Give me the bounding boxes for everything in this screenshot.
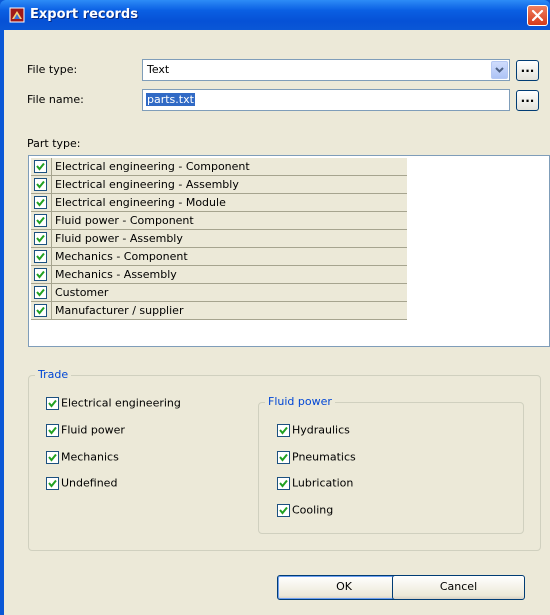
part-type-item[interactable]: Mechanics - Component: [31, 248, 407, 266]
column-divider: [51, 158, 52, 176]
part-type-item-label: Customer: [55, 286, 109, 299]
part-type-label: Part type:: [27, 137, 81, 150]
part-type-item-label: Mechanics - Assembly: [55, 268, 177, 281]
fluid-hydraulics[interactable]: Hydraulics: [277, 423, 350, 437]
checkmark-icon: [36, 180, 45, 189]
column-divider: [51, 230, 52, 248]
part-type-item-label: Fluid power - Assembly: [55, 232, 183, 245]
part-type-item[interactable]: Mechanics - Assembly: [31, 266, 407, 284]
checkbox[interactable]: [277, 503, 290, 517]
fluid-power-group-title: Fluid power: [265, 395, 335, 408]
cancel-button[interactable]: Cancel: [392, 575, 525, 600]
trade-mechanics[interactable]: Mechanics: [46, 450, 119, 464]
fluid-pneumatics[interactable]: Pneumatics: [277, 450, 356, 464]
window-title: Export records: [30, 7, 138, 22]
checkbox[interactable]: [46, 450, 59, 464]
checkmark-icon: [36, 288, 45, 297]
title-bar[interactable]: Export records: [0, 0, 550, 30]
column-divider: [51, 266, 52, 284]
checkbox[interactable]: [34, 232, 47, 245]
column-divider: [51, 194, 52, 212]
checkbox-label: Mechanics: [61, 450, 119, 464]
part-type-item[interactable]: Manufacturer / supplier: [31, 302, 407, 320]
checkmark-icon: [36, 306, 45, 315]
file-type-dropdown[interactable]: Text: [142, 59, 510, 81]
checkbox[interactable]: [34, 196, 47, 209]
checkmark-icon: [48, 426, 57, 435]
part-type-item-label: Manufacturer / supplier: [55, 304, 184, 317]
checkbox-label: Pneumatics: [292, 450, 356, 464]
checkbox[interactable]: [277, 450, 290, 464]
checkbox[interactable]: [34, 304, 47, 317]
close-button[interactable]: [527, 5, 548, 26]
file-type-label: File type:: [27, 63, 78, 76]
checkmark-icon: [36, 270, 45, 279]
part-type-item[interactable]: Electrical engineering - Module: [31, 194, 407, 212]
checkbox-label: Lubrication: [292, 476, 354, 490]
export-records-window: Export records File type: Text ... File …: [0, 0, 550, 615]
file-type-browse-button[interactable]: ...: [516, 60, 539, 81]
checkmark-icon: [279, 426, 288, 435]
app-icon: [9, 7, 25, 23]
checkmark-icon: [36, 252, 45, 261]
ok-button[interactable]: OK: [277, 575, 411, 600]
checkbox-label: Electrical engineering: [61, 396, 181, 410]
file-name-label: File name:: [27, 93, 84, 106]
checkbox[interactable]: [277, 476, 290, 490]
checkmark-icon: [36, 198, 45, 207]
trade-fluid-power[interactable]: Fluid power: [46, 423, 125, 437]
part-type-item-label: Electrical engineering - Component: [55, 160, 250, 173]
checkbox-label: Hydraulics: [292, 423, 350, 437]
checkmark-icon: [48, 399, 57, 408]
fluid-cooling[interactable]: Cooling: [277, 503, 333, 517]
checkbox[interactable]: [34, 286, 47, 299]
part-type-item[interactable]: Fluid power - Component: [31, 212, 407, 230]
file-type-value: Text: [147, 63, 170, 76]
part-type-item-label: Electrical engineering - Assembly: [55, 178, 239, 191]
part-type-item[interactable]: Electrical engineering - Component: [31, 158, 407, 176]
column-divider: [51, 284, 52, 302]
checkbox[interactable]: [46, 396, 59, 410]
file-name-browse-button[interactable]: ...: [516, 90, 539, 111]
fluid-lubrication[interactable]: Lubrication: [277, 476, 353, 490]
checkmark-icon: [48, 479, 57, 488]
part-type-item-label: Mechanics - Component: [55, 250, 188, 263]
checkbox-label: Undefined: [61, 476, 118, 490]
checkbox-label: Cooling: [292, 503, 334, 517]
column-divider: [51, 176, 52, 194]
checkmark-icon: [36, 216, 45, 225]
checkbox[interactable]: [34, 214, 47, 227]
trade-undefined[interactable]: Undefined: [46, 476, 117, 490]
checkbox-label: Fluid power: [61, 423, 125, 437]
part-type-list[interactable]: Electrical engineering - Component Elect…: [28, 155, 550, 347]
checkmark-icon: [279, 479, 288, 488]
column-divider: [51, 302, 52, 320]
close-icon: [531, 9, 544, 22]
checkmark-icon: [279, 506, 288, 515]
column-divider: [51, 212, 52, 230]
part-type-item[interactable]: Fluid power - Assembly: [31, 230, 407, 248]
chevron-down-icon: [495, 67, 504, 73]
trade-group-title: Trade: [35, 368, 72, 381]
file-name-value: parts.txt: [146, 93, 195, 106]
checkmark-icon: [36, 162, 45, 171]
file-name-input[interactable]: parts.txt: [142, 89, 510, 111]
part-type-item[interactable]: Electrical engineering - Assembly: [31, 176, 407, 194]
part-type-item-label: Fluid power - Component: [55, 214, 194, 227]
dropdown-button[interactable]: [491, 61, 508, 79]
checkmark-icon: [48, 453, 57, 462]
checkmark-icon: [36, 234, 45, 243]
part-type-item[interactable]: Customer: [31, 284, 407, 302]
checkbox[interactable]: [34, 250, 47, 263]
checkbox[interactable]: [46, 476, 59, 490]
checkbox[interactable]: [34, 160, 47, 173]
trade-electrical-engineering[interactable]: Electrical engineering: [46, 396, 181, 410]
checkbox[interactable]: [34, 178, 47, 191]
checkbox[interactable]: [46, 423, 59, 437]
checkbox[interactable]: [34, 268, 47, 281]
checkmark-icon: [279, 453, 288, 462]
column-divider: [51, 248, 52, 266]
checkbox[interactable]: [277, 423, 290, 437]
part-type-item-label: Electrical engineering - Module: [55, 196, 226, 209]
